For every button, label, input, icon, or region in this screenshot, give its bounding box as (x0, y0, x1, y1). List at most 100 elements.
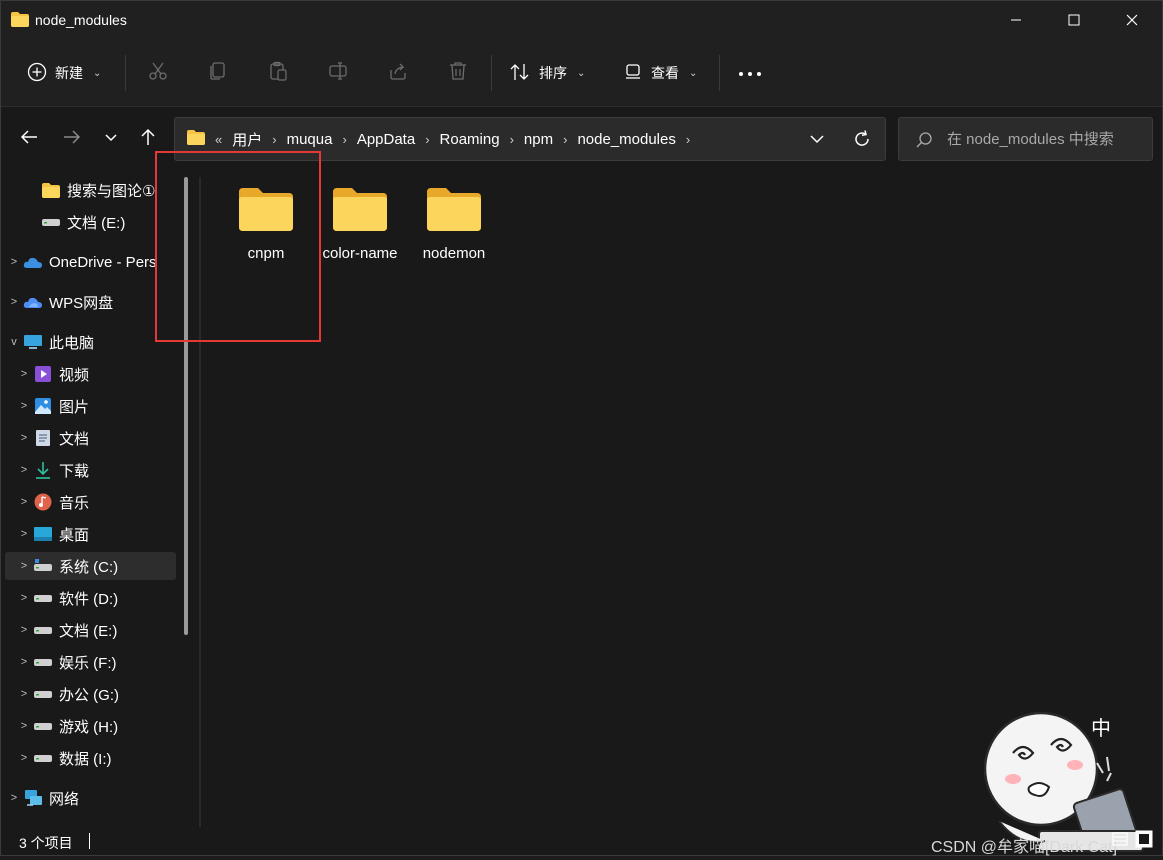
chevron-right-icon[interactable]: > (15, 528, 33, 540)
search-input[interactable] (947, 128, 1143, 150)
music-icon (33, 493, 53, 511)
folder-icon (427, 187, 481, 236)
sidebar-item-wps-cloud[interactable]: > WPS网盘 (5, 288, 176, 316)
chevron-right-icon[interactable]: > (5, 256, 23, 268)
folder-item-color-name[interactable]: color-name (315, 187, 405, 297)
sidebar-item-onedrive[interactable]: > OneDrive - Pers (5, 248, 176, 276)
chevron-down-icon: ⌄ (93, 67, 102, 79)
sidebar-item-entertainment-f[interactable]: > 娱乐 (F:) (5, 648, 176, 676)
sidebar-item-downloads[interactable]: > 下载 (5, 456, 176, 484)
chevron-right-icon[interactable]: > (15, 496, 33, 508)
pictures-icon (33, 397, 53, 415)
sidebar-item-label: 音乐 (59, 494, 90, 512)
chevron-right-icon[interactable]: › (425, 132, 429, 147)
drive-icon (33, 589, 53, 607)
toolbar-divider (491, 55, 492, 91)
chevron-down-icon[interactable]: v (5, 336, 23, 348)
chevron-right-icon[interactable]: > (15, 432, 33, 444)
breadcrumb-item[interactable]: Roaming (440, 131, 500, 148)
rename-button[interactable] (325, 60, 351, 86)
drive-icon (41, 213, 61, 231)
large-icons-view-icon[interactable] (1135, 830, 1155, 850)
chevron-down-icon: ⌄ (577, 67, 586, 79)
chevron-right-icon[interactable]: > (15, 752, 33, 764)
breadcrumb-overflow[interactable]: « (215, 132, 222, 147)
maximize-button[interactable] (1045, 1, 1103, 39)
chevron-right-icon[interactable]: > (15, 560, 33, 572)
system-drive-icon (33, 557, 53, 575)
up-button[interactable] (135, 126, 161, 152)
address-history-chevron-icon[interactable] (809, 130, 825, 153)
recent-locations-button[interactable] (98, 126, 124, 152)
chevron-right-icon[interactable]: › (342, 132, 346, 147)
arrow-right-icon (63, 129, 81, 150)
more-button[interactable] (737, 60, 763, 86)
breadcrumb-item[interactable]: 用户 (232, 129, 262, 150)
sidebar-item-games-h[interactable]: > 游戏 (H:) (5, 712, 176, 740)
sidebar-item-documents-e[interactable]: > 文档 (E:) (5, 616, 176, 644)
chevron-right-icon[interactable]: > (5, 792, 23, 804)
chevron-down-icon (104, 130, 118, 148)
chevron-right-icon[interactable]: > (15, 624, 33, 636)
search-icon (915, 131, 933, 154)
chevron-right-icon[interactable]: > (15, 656, 33, 668)
sort-button[interactable]: 排序 ⌄ (509, 57, 585, 89)
add-icon (27, 62, 47, 85)
chevron-right-icon[interactable]: > (15, 688, 33, 700)
details-view-icon[interactable] (1111, 830, 1131, 850)
sidebar-item-label: OneDrive - Pers (49, 253, 157, 271)
chevron-right-icon[interactable]: > (15, 464, 33, 476)
new-button[interactable]: 新建 ⌄ (27, 57, 101, 89)
breadcrumb-item[interactable]: AppData (357, 131, 415, 148)
chevron-right-icon[interactable]: › (563, 132, 567, 147)
sidebar-item-data-i[interactable]: > 数据 (I:) (5, 744, 176, 772)
status-bar: 3 个项目 CSDN @牟家喵[Dark Cat] (1, 827, 1162, 856)
sidebar-item-system-c[interactable]: > 系统 (C:) (5, 552, 176, 580)
sidebar-item-music[interactable]: > 音乐 (5, 488, 176, 516)
desktop-icon (33, 525, 53, 543)
sidebar-item-label: 系统 (C:) (59, 558, 119, 576)
breadcrumb-item[interactable]: muqua (287, 131, 333, 148)
chevron-right-icon[interactable]: > (15, 368, 33, 380)
chevron-right-icon[interactable]: › (510, 132, 514, 147)
sidebar-item-pictures[interactable]: > 图片 (5, 392, 176, 420)
sidebar-item-videos[interactable]: > 视频 (5, 360, 176, 388)
cut-button[interactable] (145, 60, 171, 86)
chevron-right-icon[interactable]: > (5, 296, 23, 308)
minimize-button[interactable] (987, 1, 1045, 39)
sidebar-item-desktop[interactable]: > 桌面 (5, 520, 176, 548)
sidebar-item-network[interactable]: > 网络 (5, 784, 176, 812)
sidebar-item-label: 文档 (E:) (59, 622, 118, 640)
delete-button[interactable] (445, 60, 471, 86)
view-button[interactable]: 查看 ⌄ (623, 57, 697, 89)
sidebar-item-search-graph[interactable]: 搜索与图论① (5, 176, 176, 204)
chevron-right-icon[interactable]: > (15, 720, 33, 732)
breadcrumb-item[interactable]: npm (524, 131, 553, 148)
folder-icon (187, 129, 205, 149)
paste-button[interactable] (265, 60, 291, 86)
refresh-icon[interactable] (852, 129, 872, 154)
sidebar-item-this-pc[interactable]: v 此电脑 (5, 328, 176, 356)
breadcrumb-item[interactable]: node_modules (577, 131, 675, 148)
forward-button[interactable] (59, 126, 85, 152)
chevron-right-icon[interactable]: › (272, 132, 276, 147)
folder-item-nodemon[interactable]: nodemon (409, 187, 499, 297)
computer-icon (23, 333, 43, 351)
sidebar-item-office-g[interactable]: > 办公 (G:) (5, 680, 176, 708)
back-button[interactable] (16, 126, 42, 152)
chevron-right-icon[interactable]: > (15, 592, 33, 604)
sort-icon (509, 62, 531, 85)
chevron-right-icon[interactable]: > (15, 400, 33, 412)
chevron-right-icon[interactable]: › (686, 132, 690, 147)
folder-icon (41, 181, 61, 199)
share-button[interactable] (385, 60, 411, 86)
copy-button[interactable] (205, 60, 231, 86)
drive-icon (33, 749, 53, 767)
sidebar-item-software-d[interactable]: > 软件 (D:) (5, 584, 176, 612)
sidebar-item-pinned-drive-e[interactable]: 文档 (E:) (5, 208, 176, 236)
sidebar-item-documents[interactable]: > 文档 (5, 424, 176, 452)
search-box[interactable] (898, 117, 1153, 161)
close-button[interactable] (1103, 1, 1161, 39)
cut-icon (148, 61, 168, 86)
item-count: 3 个项目 (19, 835, 73, 851)
